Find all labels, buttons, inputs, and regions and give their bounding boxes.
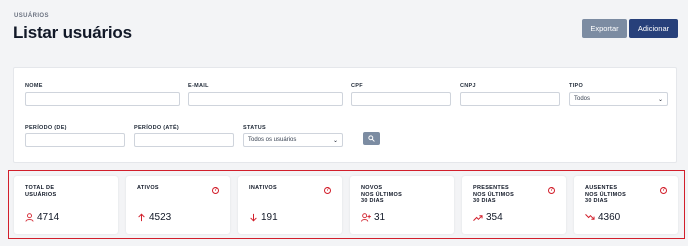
trend-down-icon (585, 213, 595, 220)
arrow-down-icon (250, 213, 257, 222)
periodo-ate-input[interactable] (134, 133, 234, 147)
chevron-down-icon: ⌄ (332, 137, 338, 144)
trend-up-icon (473, 215, 483, 222)
page-title: Listar usuários (13, 23, 132, 42)
nome-label: NOME (25, 83, 43, 89)
arrow-up-icon (138, 213, 145, 222)
help-icon[interactable]: ? (548, 187, 555, 194)
stat-card-total: TOTAL DE USUÁRIOS 4714 (14, 176, 118, 234)
stat-card-ausentes: AUSENTES NOS ÚLTIMOS 30 DIAS ? 4360 (574, 176, 678, 234)
cnpj-input[interactable] (460, 92, 560, 106)
status-select[interactable]: Todos os usuários ⌄ (243, 133, 343, 147)
stat-label: ATIVOS (137, 185, 159, 191)
help-icon[interactable]: ? (660, 187, 667, 194)
nome-input[interactable] (25, 92, 180, 106)
search-icon (368, 135, 375, 142)
tipo-select[interactable]: Todos ⌄ (569, 92, 668, 106)
stat-label: NOVOS NOS ÚLTIMOS 30 DIAS (361, 185, 403, 204)
export-button[interactable]: Exportar (582, 19, 627, 38)
email-input[interactable] (188, 92, 343, 106)
page-header: USUÁRIOS Listar usuários Exportar Adicio… (0, 0, 688, 60)
cpf-input[interactable] (351, 92, 451, 106)
stat-card-ativos: ATIVOS ? 4523 (126, 176, 230, 234)
stat-card-presentes: PRESENTES NOS ÚLTIMOS 30 DIAS ? 354 (462, 176, 566, 234)
stat-label: TOTAL DE USUÁRIOS (25, 185, 57, 198)
add-button[interactable]: Adicionar (629, 19, 678, 38)
chevron-down-icon: ⌄ (657, 96, 663, 103)
cnpj-label: CNPJ (460, 83, 476, 89)
stat-card-novos: NOVOS NOS ÚLTIMOS 30 DIAS 31 (350, 176, 454, 234)
user-icon (25, 213, 34, 222)
stat-value: 191 (261, 212, 278, 223)
stat-label: AUSENTES NOS ÚLTIMOS 30 DIAS (585, 185, 627, 204)
stat-value: 4360 (598, 212, 621, 223)
user-plus-icon (361, 213, 371, 222)
stat-value: 4523 (149, 212, 172, 223)
stat-value: 4714 (37, 212, 60, 223)
stats-highlight: TOTAL DE USUÁRIOS 4714 ATIVOS ? 4523 INA… (8, 170, 685, 239)
periodo-de-label: PERÍODO (DE) (25, 125, 67, 131)
stat-value: 354 (486, 212, 503, 223)
stat-label: PRESENTES NOS ÚLTIMOS 30 DIAS (473, 185, 515, 204)
help-icon[interactable]: ? (212, 187, 219, 194)
help-icon[interactable]: ? (324, 187, 331, 194)
search-button[interactable] (363, 132, 380, 145)
stat-card-inativos: INATIVOS ? 191 (238, 176, 342, 234)
periodo-de-input[interactable] (25, 133, 125, 147)
email-label: E-MAIL (188, 83, 209, 89)
stat-value: 31 (374, 212, 386, 223)
status-select-value: Todos os usuários (248, 137, 297, 143)
periodo-ate-label: PERÍODO (ATÉ) (134, 125, 180, 131)
tipo-select-value: Todos (574, 96, 591, 102)
tipo-label: TIPO (569, 83, 584, 89)
status-label: STATUS (243, 125, 266, 131)
stat-label: INATIVOS (249, 185, 277, 191)
breadcrumb[interactable]: USUÁRIOS (14, 13, 49, 19)
cpf-label: CPF (351, 83, 363, 89)
filters-panel: NOME E-MAIL CPF CNPJ TIPO Todos ⌄ PERÍOD… (13, 67, 677, 163)
